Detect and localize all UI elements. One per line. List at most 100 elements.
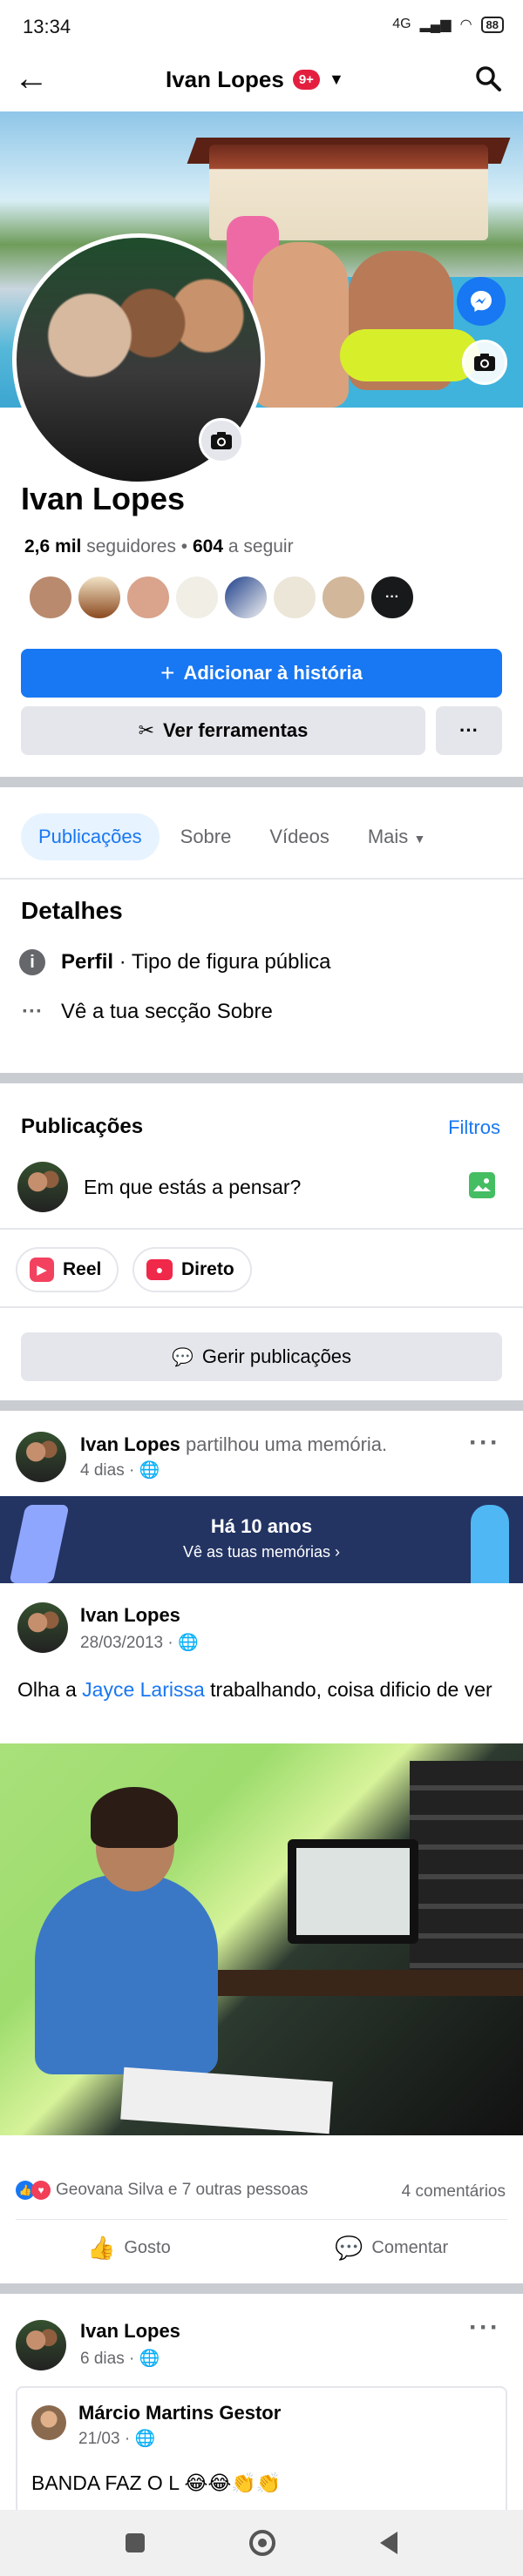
reel-icon: ▶ <box>30 1258 54 1282</box>
tab-publicacoes[interactable]: Publicações <box>21 813 160 860</box>
comments-count[interactable]: 4 comentários <box>402 2182 506 2202</box>
wifi-icon: ◠ <box>459 17 472 32</box>
more-icon: ··· <box>459 719 479 741</box>
tab-sobre[interactable]: Sobre <box>163 813 249 860</box>
photo-papers <box>120 2067 333 2134</box>
comment-button[interactable]: 💬 Comentar <box>335 2235 448 2262</box>
composer-avatar[interactable] <box>17 1162 68 1212</box>
comment-icon: 💬 <box>335 2235 363 2261</box>
divider <box>0 1306 523 1308</box>
shared-post-author[interactable]: Márcio Martins Gestor <box>78 2402 281 2424</box>
like-button[interactable]: 👍 Gosto <box>87 2235 171 2262</box>
photo-monitor <box>288 1839 418 1944</box>
header-title[interactable]: Ivan Lopes 9+ ▼ <box>166 66 344 93</box>
header-profile-name: Ivan Lopes <box>166 66 284 92</box>
edit-cover-camera-icon[interactable] <box>462 340 507 385</box>
friend-avatar[interactable] <box>28 575 73 620</box>
status-time: 13:34 <box>23 16 71 37</box>
recent-apps-icon[interactable] <box>126 2533 145 2552</box>
memory-title: Há 10 anos <box>210 1515 313 1537</box>
friend-avatar[interactable] <box>321 575 366 620</box>
inner-post-avatar[interactable] <box>17 1602 68 1653</box>
inner-post-meta: 28/03/2013 · 🌐 <box>80 1634 199 1652</box>
memory-subtitle-label: Vê as tuas memórias <box>182 1543 331 1561</box>
inner-post-date[interactable]: 28/03/2013 <box>80 1634 163 1652</box>
friend-avatar[interactable] <box>174 575 220 620</box>
post-header: Ivan Lopes partilhou uma memória. <box>80 1433 387 1456</box>
network-label: 4G <box>392 17 411 31</box>
inner-post-author[interactable]: Ivan Lopes <box>80 1604 180 1627</box>
post-author-name[interactable]: Ivan Lopes <box>80 1433 180 1455</box>
post2-meta: 6 dias · 🌐 <box>80 2350 160 2368</box>
post-options-icon[interactable]: ··· <box>469 2313 500 2343</box>
profile-type-strong: Perfil <box>61 950 114 974</box>
globe-icon: 🌐 <box>177 1634 199 1652</box>
about-link-row[interactable]: ··· Vê a tua secção Sobre <box>19 1000 273 1024</box>
friend-avatar[interactable] <box>272 575 317 620</box>
post-photo[interactable] <box>0 1743 523 2135</box>
profile-type-row: i Perfil · Tipo de figura pública <box>19 949 331 975</box>
post2-time[interactable]: 6 dias <box>80 2350 125 2368</box>
live-video-icon: ● <box>146 1259 173 1280</box>
tab-videos[interactable]: Vídeos <box>252 813 347 860</box>
friend-avatar[interactable] <box>77 575 122 620</box>
messenger-icon[interactable] <box>457 277 506 326</box>
shared-post-text: BANDA FAZ O L 😂😂👏👏 <box>31 2471 282 2494</box>
shared-post-card[interactable]: Márcio Martins Gestor 21/03 · 🌐 BANDA FA… <box>16 2386 507 2517</box>
memory-banner[interactable]: Há 10 anos Vê as tuas memórias › <box>0 1496 523 1583</box>
stats-separator: • <box>180 536 193 556</box>
more-options-button[interactable]: ··· <box>436 706 502 755</box>
caret-down-icon: ▼ <box>328 71 344 88</box>
notification-badge: 9+ <box>292 70 320 90</box>
followers-label: seguidores <box>86 536 176 556</box>
back-icon[interactable] <box>380 2532 397 2554</box>
shared-post-date[interactable]: 21/03 <box>78 2430 120 2448</box>
view-tools-button[interactable]: ✂ Ver ferramentas <box>21 706 425 755</box>
post-text: Olha a Jayce Larissa trabalhando, coisa … <box>17 1676 506 1703</box>
memory-subtitle[interactable]: Vê as tuas memórias › <box>0 1543 523 1561</box>
following-count[interactable]: 604 <box>193 536 223 556</box>
back-arrow-icon[interactable]: ← <box>14 61 49 96</box>
tab-mais[interactable]: Mais ▼ <box>350 813 443 860</box>
mention-link[interactable]: Jayce Larissa <box>82 1678 205 1701</box>
post-author-avatar[interactable] <box>16 1432 66 1482</box>
top-bar: ← Ivan Lopes 9+ ▼ <box>0 54 523 103</box>
filters-link[interactable]: Filtros <box>448 1116 500 1139</box>
search-icon[interactable] <box>474 64 502 92</box>
live-button[interactable]: ● Direto <box>132 1247 252 1292</box>
separator <box>0 1400 523 1411</box>
post-options-icon[interactable]: ··· <box>469 1428 500 1458</box>
post-time[interactable]: 4 dias <box>80 1461 125 1480</box>
edit-avatar-camera-icon[interactable] <box>199 418 244 463</box>
friend-avatar[interactable] <box>126 575 171 620</box>
friend-avatar[interactable] <box>223 575 268 620</box>
divider <box>0 878 523 880</box>
shared-post-avatar[interactable] <box>31 2405 66 2440</box>
photo-icon[interactable] <box>469 1172 495 1198</box>
separator <box>0 1073 523 1083</box>
separator <box>0 2283 523 2294</box>
reel-button[interactable]: ▶ Reel <box>16 1247 119 1292</box>
composer-input[interactable]: Em que estás a pensar? <box>84 1176 301 1199</box>
post-author-avatar[interactable] <box>16 2320 66 2370</box>
home-icon[interactable] <box>249 2530 275 2556</box>
following-label: a seguir <box>228 536 294 556</box>
globe-icon: 🌐 <box>139 2350 160 2368</box>
battery-icon: 88 <box>480 16 504 33</box>
post2-author-name[interactable]: Ivan Lopes <box>80 2320 180 2343</box>
manage-posts-label: Gerir publicações <box>201 1345 352 1367</box>
photo-hair <box>91 1787 178 1848</box>
about-link[interactable]: Vê a tua secção Sobre <box>61 1000 273 1024</box>
post-text-before: Olha a <box>17 1678 83 1701</box>
friend-avatars: ··· <box>28 575 415 620</box>
globe-icon: 🌐 <box>139 1461 160 1480</box>
profile-tabs: Publicações Sobre Vídeos Mais ▼ <box>0 799 523 874</box>
add-to-story-button[interactable]: + Adicionar à história <box>21 649 502 698</box>
followers-count[interactable]: 2,6 mil <box>24 536 81 556</box>
details-title: Detalhes <box>21 897 123 924</box>
reactions-summary[interactable]: 👍 ♥ Geovana Silva e 7 outras pessoas <box>16 2181 308 2200</box>
view-tools-label: Ver ferramentas <box>163 719 309 741</box>
more-friends-icon[interactable]: ··· <box>370 575 415 620</box>
manage-posts-button[interactable]: 💬 Gerir publicações <box>21 1332 502 1381</box>
photo-person <box>35 1874 218 2074</box>
